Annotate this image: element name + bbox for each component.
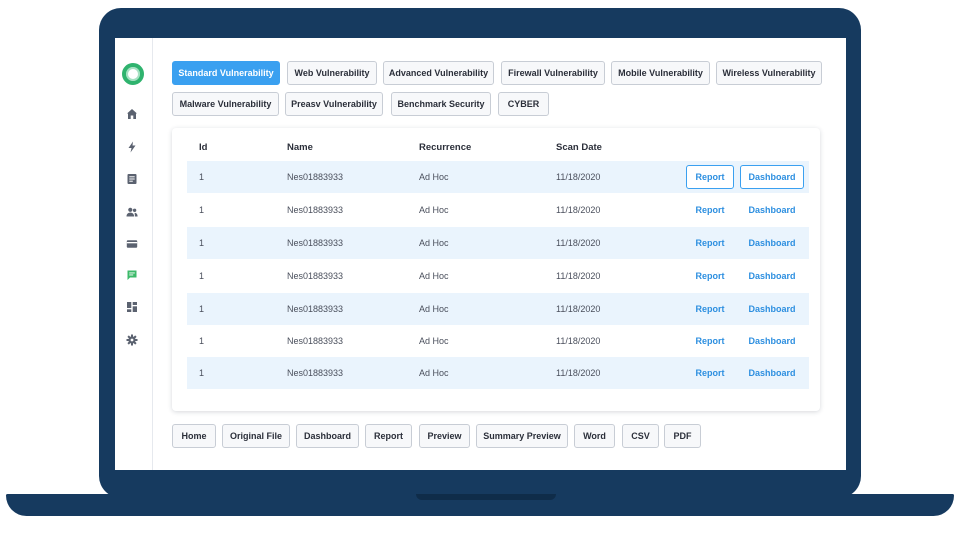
home-button[interactable]: Home bbox=[172, 424, 216, 448]
row-recurrence: Ad Hoc bbox=[419, 205, 449, 215]
row-scan-date: 11/18/2020 bbox=[556, 172, 601, 182]
row-scan-date: 11/18/2020 bbox=[556, 336, 601, 346]
report-link[interactable]: Report bbox=[686, 297, 734, 321]
tab-web-vulnerability[interactable]: Web Vulnerability bbox=[287, 61, 377, 85]
word-button[interactable]: Word bbox=[574, 424, 615, 448]
tab-advanced-vulnerability[interactable]: Advanced Vulnerability bbox=[383, 61, 494, 85]
row-id: 1 bbox=[199, 205, 205, 215]
row-name: Nes01883933 bbox=[287, 172, 344, 182]
report-link[interactable]: Report bbox=[686, 329, 734, 353]
dashboard-link[interactable]: Dashboard bbox=[740, 264, 804, 288]
header-scan-date: Scan Date bbox=[556, 142, 602, 153]
row-recurrence: Ad Hoc bbox=[419, 304, 449, 314]
table-row: 1 Nes01883933 Ad Hoc 11/18/2020 Report D… bbox=[187, 194, 809, 226]
tab-preasv-vulnerability[interactable]: Preasv Vulnerability bbox=[285, 92, 383, 116]
document-icon[interactable] bbox=[126, 173, 138, 185]
gear-icon[interactable] bbox=[126, 334, 138, 346]
dashboard-link[interactable]: Dashboard bbox=[740, 361, 804, 385]
report-button[interactable]: Report bbox=[365, 424, 412, 448]
widgets-icon[interactable] bbox=[126, 301, 138, 313]
dashboard-link[interactable]: Dashboard bbox=[740, 329, 804, 353]
row-id: 1 bbox=[199, 271, 205, 281]
row-recurrence: Ad Hoc bbox=[419, 172, 449, 182]
tab-standard-vulnerability[interactable]: Standard Vulnerability bbox=[172, 61, 280, 85]
row-id: 1 bbox=[199, 238, 205, 248]
row-name: Nes01883933 bbox=[287, 336, 344, 346]
report-link[interactable]: Report bbox=[686, 231, 734, 255]
csv-button[interactable]: CSV bbox=[622, 424, 659, 448]
table-row: 1 Nes01883933 Ad Hoc 11/18/2020 Report D… bbox=[187, 357, 809, 389]
tab-malware-vulnerability[interactable]: Malware Vulnerability bbox=[172, 92, 279, 116]
tab-mobile-vulnerability[interactable]: Mobile Vulnerability bbox=[611, 61, 710, 85]
pdf-button[interactable]: PDF bbox=[664, 424, 701, 448]
table-row: 1 Nes01883933 Ad Hoc 11/18/2020 Report D… bbox=[187, 260, 809, 292]
users-icon[interactable] bbox=[126, 206, 138, 218]
row-recurrence: Ad Hoc bbox=[419, 336, 449, 346]
report-link[interactable]: Report bbox=[686, 361, 734, 385]
chat-icon[interactable] bbox=[126, 269, 138, 281]
row-name: Nes01883933 bbox=[287, 271, 344, 281]
dashboard-link[interactable]: Dashboard bbox=[740, 297, 804, 321]
row-name: Nes01883933 bbox=[287, 205, 344, 215]
row-name: Nes01883933 bbox=[287, 304, 344, 314]
row-id: 1 bbox=[199, 172, 205, 182]
row-recurrence: Ad Hoc bbox=[419, 368, 449, 378]
tab-firewall-vulnerability[interactable]: Firewall Vulnerability bbox=[501, 61, 605, 85]
header-name: Name bbox=[287, 142, 313, 153]
dashboard-link[interactable]: Dashboard bbox=[740, 198, 804, 222]
header-id: Id bbox=[199, 142, 208, 153]
laptop-base bbox=[6, 494, 954, 516]
report-link[interactable]: Report bbox=[686, 198, 734, 222]
row-recurrence: Ad Hoc bbox=[419, 271, 449, 281]
row-id: 1 bbox=[199, 368, 205, 378]
summary-preview-button[interactable]: Summary Preview bbox=[476, 424, 568, 448]
row-scan-date: 11/18/2020 bbox=[556, 304, 601, 314]
dashboard-link[interactable]: Dashboard bbox=[740, 231, 804, 255]
table-row: 1 Nes01883933 Ad Hoc 11/18/2020 Report D… bbox=[187, 227, 809, 259]
row-id: 1 bbox=[199, 304, 205, 314]
row-scan-date: 11/18/2020 bbox=[556, 205, 601, 215]
report-button[interactable]: Report bbox=[686, 165, 734, 189]
table-row: 1 Nes01883933 Ad Hoc 11/18/2020 Report D… bbox=[187, 325, 809, 357]
tab-wireless-vulnerability[interactable]: Wireless Vulnerability bbox=[716, 61, 822, 85]
header-recurrence: Recurrence bbox=[419, 142, 472, 153]
tab-benchmark-security[interactable]: Benchmark Security bbox=[391, 92, 491, 116]
laptop-notch bbox=[416, 494, 556, 500]
row-name: Nes01883933 bbox=[287, 368, 344, 378]
row-scan-date: 11/18/2020 bbox=[556, 271, 601, 281]
dashboard-button[interactable]: Dashboard bbox=[296, 424, 359, 448]
row-scan-date: 11/18/2020 bbox=[556, 368, 601, 378]
row-name: Nes01883933 bbox=[287, 238, 344, 248]
card-icon[interactable] bbox=[126, 238, 138, 250]
logo-icon bbox=[122, 63, 144, 85]
report-link[interactable]: Report bbox=[686, 264, 734, 288]
table-row: 1 Nes01883933 Ad Hoc 11/18/2020 Report D… bbox=[187, 161, 809, 193]
home-icon[interactable] bbox=[126, 108, 138, 120]
scan-results-table: Id Name Recurrence Scan Date 1 Nes018839… bbox=[172, 128, 820, 411]
dashboard-button[interactable]: Dashboard bbox=[740, 165, 804, 189]
sidebar bbox=[115, 38, 153, 470]
tab-cyber[interactable]: CYBER bbox=[498, 92, 549, 116]
preview-button[interactable]: Preview bbox=[419, 424, 470, 448]
row-scan-date: 11/18/2020 bbox=[556, 238, 601, 248]
app-screen: Standard Vulnerability Web Vulnerability… bbox=[115, 38, 846, 470]
bolt-icon[interactable] bbox=[126, 141, 138, 153]
row-recurrence: Ad Hoc bbox=[419, 238, 449, 248]
original-file-button[interactable]: Original File bbox=[222, 424, 290, 448]
table-row: 1 Nes01883933 Ad Hoc 11/18/2020 Report D… bbox=[187, 293, 809, 325]
row-id: 1 bbox=[199, 336, 205, 346]
